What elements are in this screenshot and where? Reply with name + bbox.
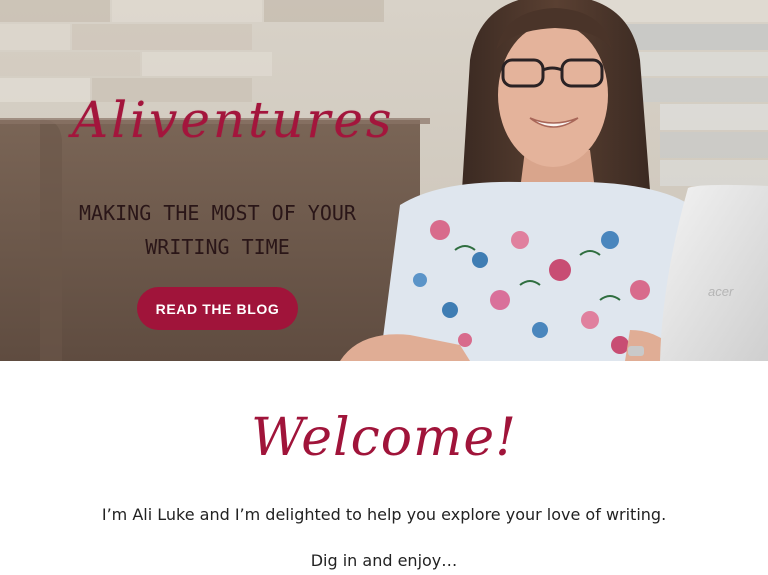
dig-in-paragraph: Dig in and enjoy…: [310, 551, 458, 570]
read-the-blog-button[interactable]: READ THE BLOG: [137, 287, 298, 330]
laptop-brand: acer: [708, 284, 734, 299]
hero-photo: acer: [0, 0, 768, 361]
intro-paragraph: I’m Ali Luke and I’m delighted to help y…: [101, 505, 667, 524]
page: acer Aliventures Making the most of your…: [0, 0, 768, 575]
site-tagline: Making the most of your writing time: [79, 201, 356, 259]
site-title[interactable]: Aliventures: [72, 95, 395, 145]
welcome-heading: Welcome!: [250, 408, 518, 468]
hero-banner: acer Aliventures Making the most of your…: [0, 0, 768, 361]
